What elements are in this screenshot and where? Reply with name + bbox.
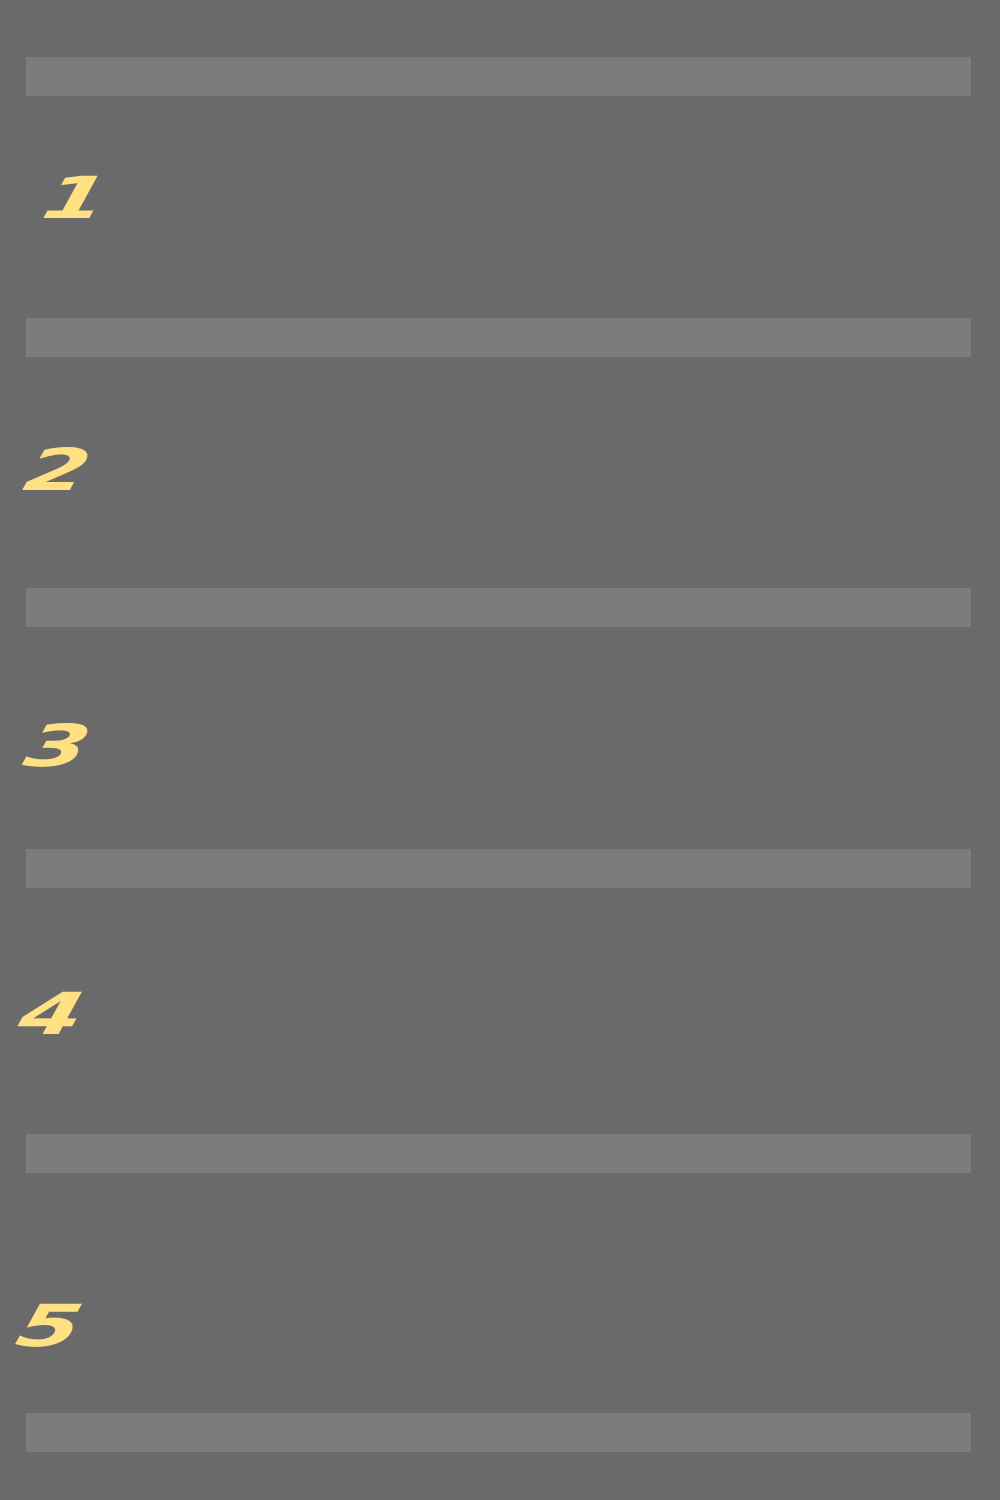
row-number-3: 3 — [18, 712, 97, 780]
divider-5 — [26, 1413, 971, 1452]
divider-4 — [26, 1134, 971, 1173]
divider-1 — [26, 318, 971, 357]
row-number-5: 5 — [10, 1292, 89, 1360]
row-number-1: 1 — [36, 164, 115, 232]
divider-top — [26, 57, 971, 96]
divider-2 — [26, 588, 971, 627]
divider-3 — [26, 849, 971, 888]
row-number-4: 4 — [12, 980, 91, 1048]
screen: { "background_color": "#6a6a6a", "divide… — [0, 0, 1000, 1500]
row-number-2: 2 — [18, 436, 97, 504]
